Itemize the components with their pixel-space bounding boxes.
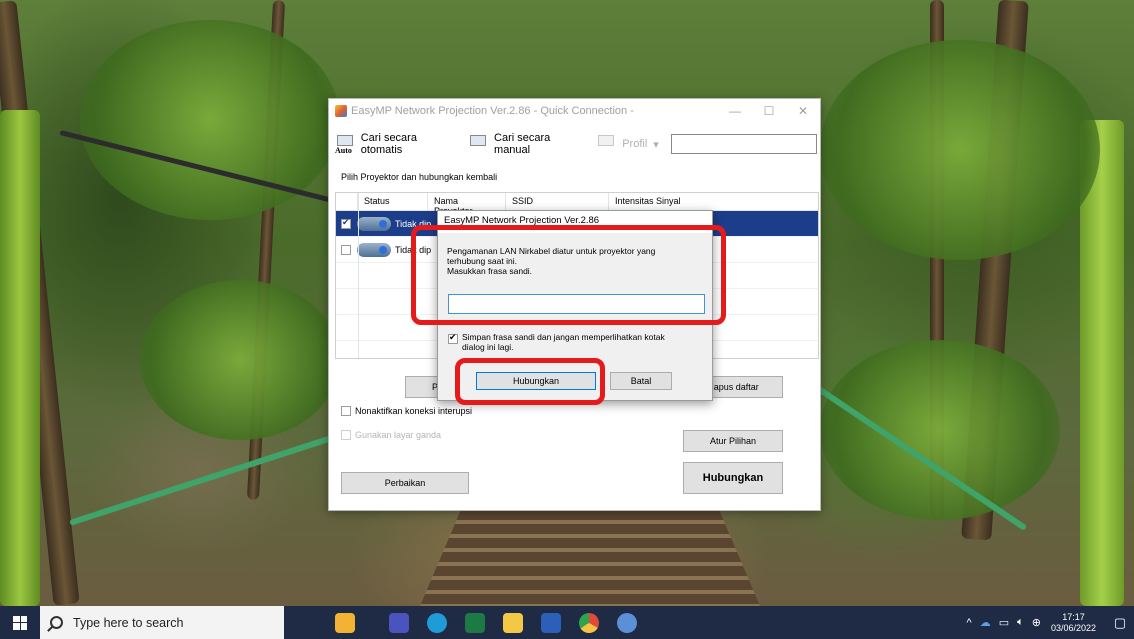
minimize-button[interactable]: —	[718, 104, 752, 118]
clock[interactable]: 17:17 03/06/2022	[1051, 612, 1096, 634]
auto-search-icon: Auto	[335, 134, 357, 155]
notification-icon[interactable]: ▢	[1106, 615, 1134, 631]
profile-field[interactable]	[670, 134, 817, 154]
taskbar-app-sheets[interactable]	[456, 606, 494, 639]
taskbar-app-word[interactable]	[532, 606, 570, 639]
row-checkbox[interactable]	[341, 244, 351, 255]
taskbar-app-explorer[interactable]	[494, 606, 532, 639]
manual-search-label: Cari secara manual	[494, 132, 551, 156]
system-tray: ^ ☁ ▭ 🔈︎ ⊕ 17:17 03/06/2022 ▢	[963, 606, 1134, 639]
disable-interrupt-option[interactable]: Nonaktifkan koneksi interupsi	[341, 406, 472, 416]
window-title: EasyMP Network Projection Ver.2.86 - Qui…	[351, 105, 634, 117]
set-options-button[interactable]: Atur Pilihan	[683, 430, 783, 452]
search-icon	[50, 616, 63, 629]
dual-screen-option[interactable]: Gunakan layar ganda	[341, 430, 441, 440]
repair-button[interactable]: Perbaikan	[341, 472, 469, 494]
manual-search-button[interactable]: Cari secara manual	[468, 132, 588, 156]
taskbar-app-weather[interactable]	[326, 606, 364, 639]
foliage	[820, 340, 1060, 520]
toolbar: Auto Cari secara otomatis Cari secara ma…	[335, 131, 817, 157]
save-passphrase-option[interactable]: Simpan frasa sandi dan jangan memperliha…	[448, 332, 698, 352]
speaker-icon[interactable]: 🔈︎	[1017, 616, 1024, 629]
taskbar-app-edge[interactable]	[418, 606, 456, 639]
highlight-passphrase	[411, 225, 726, 325]
spreadsheet-icon	[465, 612, 485, 633]
foliage	[140, 280, 340, 440]
disable-interrupt-label: Nonaktifkan koneksi interupsi	[355, 406, 473, 416]
list-caption: Pilih Proyektor dan hubungkan kembali	[341, 172, 498, 182]
column-header-name[interactable]: Nama Proyektor	[428, 193, 506, 216]
weather-icon	[335, 612, 355, 633]
save-passphrase-label: Simpan frasa sandi dan jangan memperliha…	[462, 332, 665, 352]
row-checkbox[interactable]	[341, 217, 351, 229]
battery-icon[interactable]: ▭	[999, 616, 1009, 629]
easymp-app-icon	[335, 105, 347, 117]
word-icon	[541, 612, 561, 633]
search-placeholder: Type here to search	[73, 615, 184, 630]
auto-search-label: Cari secara otomatis	[360, 132, 417, 156]
column-divider	[358, 193, 359, 358]
dual-screen-checkbox[interactable]	[341, 430, 351, 440]
highlight-connect	[455, 358, 605, 405]
projector-icon	[357, 242, 391, 257]
chrome-icon	[579, 612, 599, 633]
profile-button[interactable]: Profil ▾	[596, 134, 659, 154]
window-titlebar[interactable]: EasyMP Network Projection Ver.2.86 - Qui…	[329, 99, 820, 123]
edge-icon	[427, 612, 447, 633]
column-header-signal[interactable]: Intensitas Sinyal	[609, 193, 818, 210]
cloud-icon[interactable]: ☁	[980, 616, 991, 629]
maximize-button[interactable]: ☐	[752, 104, 786, 118]
taskbar: Type here to search ^ ☁ ▭ 🔈︎ ⊕ 17:17 03/…	[0, 606, 1134, 639]
clock-date: 03/06/2022	[1050, 622, 1096, 633]
bridge-rope	[69, 427, 357, 526]
easymp-icon	[617, 612, 637, 633]
column-header-ssid[interactable]: SSID	[506, 193, 609, 210]
chevron-up-icon[interactable]: ^	[967, 617, 972, 629]
profile-icon	[596, 134, 618, 154]
globe-icon[interactable]: ⊕	[1032, 616, 1041, 629]
clock-time: 17:17	[1062, 611, 1085, 622]
disable-interrupt-checkbox[interactable]	[341, 406, 351, 416]
profile-label: Profil	[622, 138, 648, 150]
save-passphrase-checkbox[interactable]	[448, 332, 458, 344]
taskbar-app-teams[interactable]	[380, 606, 418, 639]
windows-logo-icon	[13, 615, 27, 630]
close-button[interactable]: ✕	[786, 104, 820, 118]
taskbar-app-chrome[interactable]	[570, 606, 608, 639]
chevron-down-icon: ▾	[653, 138, 659, 151]
foliage	[820, 40, 1100, 260]
auto-search-button[interactable]: Auto Cari secara otomatis	[335, 132, 460, 156]
taskbar-search[interactable]: Type here to search	[40, 606, 284, 639]
column-header-status[interactable]: Status	[358, 193, 428, 210]
dual-screen-label: Gunakan layar ganda	[355, 430, 442, 440]
connect-button[interactable]: Hubungkan	[683, 462, 783, 494]
teams-icon	[389, 612, 409, 633]
tree-trunk	[0, 110, 40, 606]
folder-icon	[503, 612, 523, 633]
dialog-cancel-button[interactable]: Batal	[610, 372, 672, 390]
bridge-steps	[420, 510, 760, 606]
projector-icon	[357, 216, 391, 231]
taskbar-app-easymp[interactable]	[608, 606, 646, 639]
manual-search-icon	[468, 134, 490, 154]
start-button[interactable]	[0, 606, 40, 639]
list-header: Status Nama Proyektor SSID Intensitas Si…	[336, 193, 818, 216]
